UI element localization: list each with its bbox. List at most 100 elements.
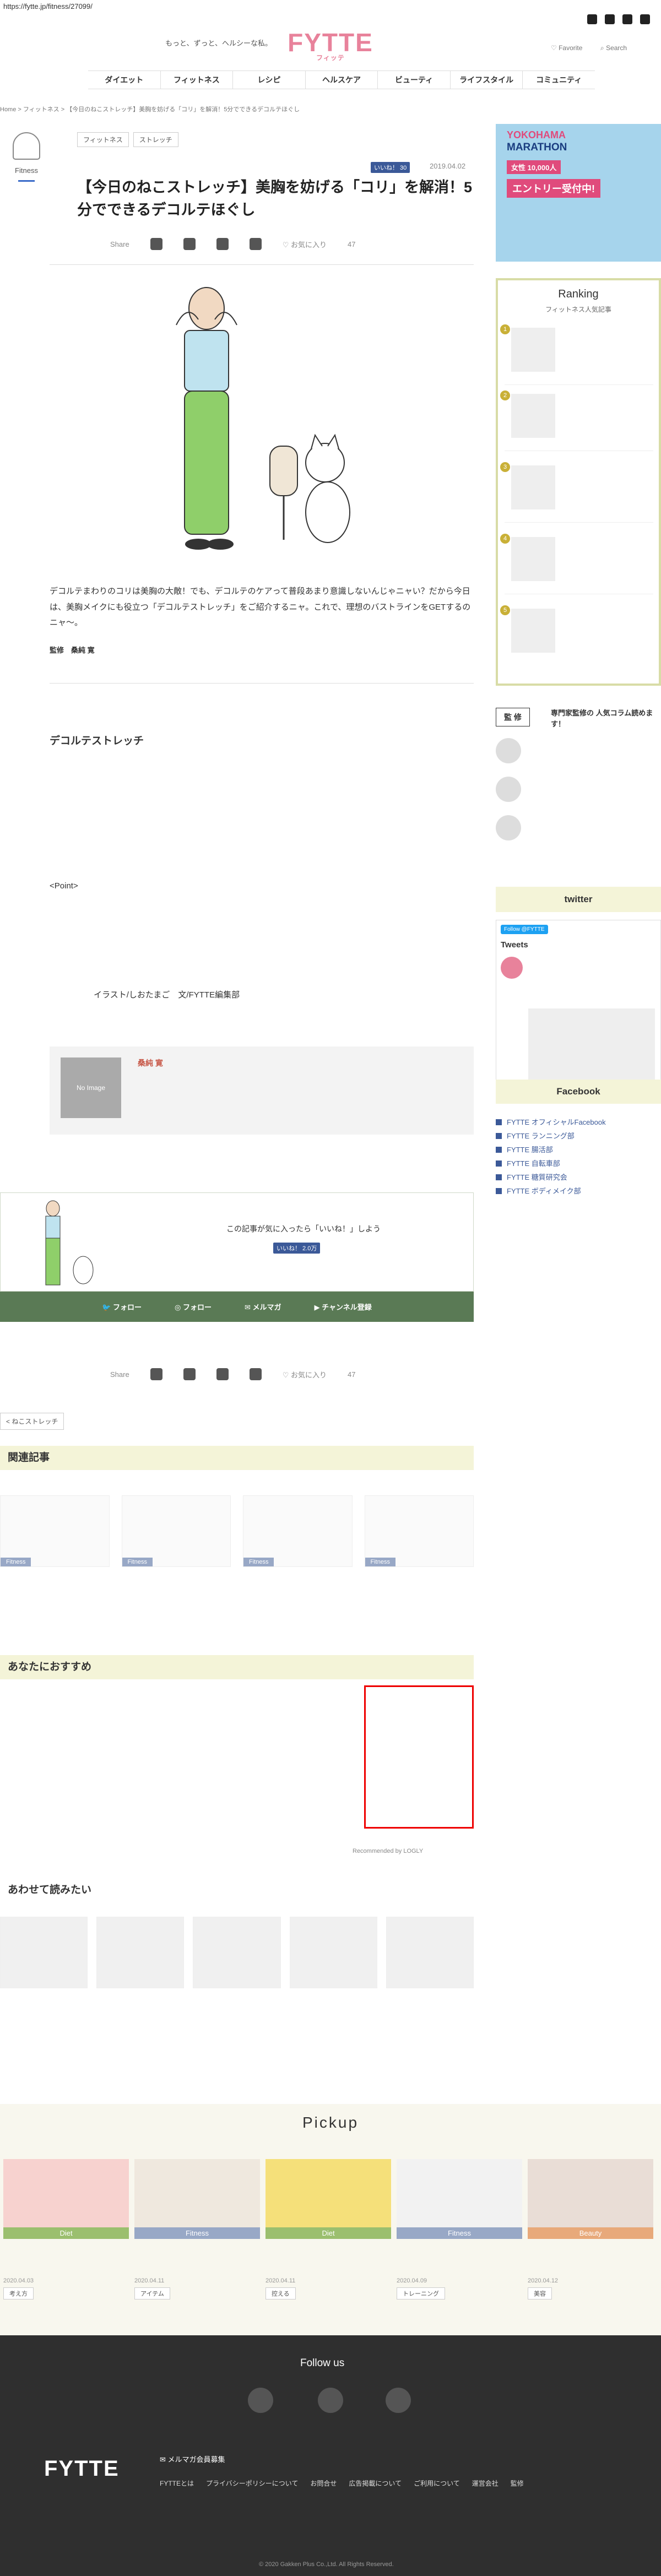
facebook-link[interactable]: FYTTE ボディメイク部 (496, 1184, 661, 1198)
nav-item[interactable]: ビューティ (378, 71, 451, 89)
mailmag-link[interactable]: ✉ メルマガ (245, 1301, 281, 1312)
pickup-card[interactable]: Beauty 2020.04.12 美容 (528, 2159, 653, 2300)
profile-name[interactable]: 桑純 寛 (138, 1057, 163, 1069)
pickup-card[interactable]: Fitness 2020.04.11 アイテム (134, 2159, 260, 2300)
instagram-follow[interactable]: ◎ フォロー (175, 1301, 212, 1312)
pickup-card[interactable]: Diet 2020.04.11 控える (266, 2159, 391, 2300)
pickup-tag[interactable]: 考え方 (3, 2287, 34, 2300)
avatar (496, 815, 521, 840)
nav-item[interactable]: フィットネス (161, 71, 234, 89)
nav-item[interactable]: レシピ (233, 71, 306, 89)
footer-link[interactable]: 広告掲載について (349, 2479, 402, 2488)
alsoread-card[interactable] (96, 1917, 185, 1992)
hatena-share-icon[interactable] (216, 1368, 229, 1380)
logly-credit[interactable]: Recommended by LOGLY (353, 1848, 423, 1854)
facebook-link[interactable]: FYTTE オフィシャルFacebook (496, 1115, 661, 1129)
footer-link[interactable]: FYTTEとは (160, 2479, 194, 2488)
pickup-card[interactable]: Fitness 2020.04.09 トレーニング (397, 2159, 522, 2300)
favorite-link[interactable]: ♡ Favorite (551, 44, 582, 52)
breadcrumb[interactable]: Home > フィットネス > 【今日のねこストレッチ】美胸を妨げる「コリ」を解… (0, 105, 300, 113)
ranking-item[interactable]: 5 (500, 605, 653, 666)
facebook-icon[interactable] (386, 2388, 411, 2413)
alsoread-card[interactable] (193, 1917, 281, 1992)
nav-item[interactable]: ダイエット (88, 71, 161, 89)
site-footer: Follow us FYTTE ✉ メルマガ会員募集 FYTTEとは プライバシ… (0, 2335, 661, 2576)
supervisor-item[interactable] (496, 815, 661, 847)
youtube-icon[interactable] (640, 14, 650, 24)
twitter-follow-button[interactable]: Follow @FYTTE (501, 925, 548, 934)
twitter-share-icon[interactable] (150, 1368, 162, 1380)
instagram-icon[interactable] (587, 14, 597, 24)
twitter-share-icon[interactable] (150, 238, 162, 250)
youtube-subscribe[interactable]: ▶ チャンネル登録 (315, 1301, 372, 1312)
ranking-item[interactable]: 4 (500, 534, 653, 594)
site-logo[interactable]: FYTTE フィッテ (286, 28, 375, 62)
pickup-card[interactable]: Diet 2020.04.03 考え方 (3, 2159, 129, 2300)
alsoread-card[interactable] (0, 1917, 88, 1992)
favorite-button[interactable]: ♡ お気に入り (283, 1369, 327, 1380)
pickup-tag[interactable]: 控える (266, 2287, 296, 2300)
recommend-heading: あなたにおすすめ (0, 1655, 474, 1679)
facebook-share-icon[interactable] (183, 238, 196, 250)
supervisor-item[interactable] (496, 738, 661, 770)
main-nav: ダイエット フィットネス レシピ ヘルスケア ビューティ ライフスタイル コミュ… (88, 70, 595, 89)
facebook-link[interactable]: FYTTE 腸活部 (496, 1143, 661, 1157)
marathon-ad-banner[interactable]: YOKOHAMA MARATHON 女性 10,000人 エントリー受付中! (496, 124, 661, 262)
follow-us-label: Follow us (300, 2357, 345, 2369)
facebook-link[interactable]: FYTTE 自転車部 (496, 1157, 661, 1170)
facebook-link[interactable]: FYTTE 糖質研究会 (496, 1170, 661, 1184)
ranking-item[interactable]: 3 (500, 462, 653, 523)
like-button[interactable]: いいね！ 30 (371, 162, 410, 173)
search-link[interactable]: ⌕ Search (600, 44, 627, 52)
related-card[interactable]: Fitness (243, 1495, 353, 1570)
line-share-icon[interactable] (249, 1368, 262, 1380)
alsoread-list (0, 1917, 474, 1992)
nav-item[interactable]: ヘルスケア (306, 71, 378, 89)
category-badge: Fitness (4, 132, 48, 193)
footer-link[interactable]: ご利用について (414, 2479, 460, 2488)
alsoread-card[interactable] (289, 1917, 377, 1992)
back-to-category-button[interactable]: < ねこストレッチ (0, 1413, 64, 1430)
supervisor-item[interactable] (496, 777, 661, 809)
facebook-share-icon[interactable] (183, 1368, 196, 1380)
supervisor-credit[interactable]: 監修 桑純 寛 (50, 644, 95, 655)
line-share-icon[interactable] (249, 238, 262, 250)
alsoread-card[interactable] (386, 1917, 474, 1992)
pickup-tag[interactable]: アイテム (134, 2287, 170, 2300)
tag-link[interactable]: フィットネス (77, 132, 129, 147)
ranking-item[interactable]: 1 (500, 324, 653, 385)
facebook-link[interactable]: FYTTE ランニング部 (496, 1129, 661, 1143)
related-card[interactable]: Fitness (121, 1495, 231, 1570)
related-card[interactable]: Fitness (364, 1495, 474, 1570)
nav-item[interactable]: コミュニティ (523, 71, 595, 89)
pickup-tag[interactable]: 美容 (528, 2287, 552, 2300)
twitter-icon[interactable] (248, 2388, 273, 2413)
related-card[interactable]: Fitness (0, 1495, 110, 1570)
ranking-item[interactable]: 2 (500, 391, 653, 451)
social-icons (587, 14, 650, 24)
twitter-icon[interactable] (622, 14, 632, 24)
pickup-tag[interactable]: トレーニング (397, 2287, 445, 2300)
related-heading: 関連記事 (0, 1446, 474, 1470)
favorite-button[interactable]: ♡ お気に入り (283, 239, 327, 250)
facebook-icon[interactable] (605, 14, 615, 24)
instagram-icon[interactable] (318, 2388, 343, 2413)
tag-link[interactable]: ストレッチ (133, 132, 178, 147)
url-bar[interactable]: https://fytte.jp/fitness/27099/ (3, 2, 93, 10)
related-list: Fitness Fitness Fitness Fitness (0, 1495, 474, 1570)
like-button[interactable]: いいね！ 2.0万 (273, 1243, 321, 1254)
recommend-card[interactable] (121, 1685, 230, 1829)
twitter-timeline[interactable]: Follow @FYTTE Tweets (496, 920, 661, 1096)
footer-link[interactable]: お問合せ (310, 2479, 337, 2488)
footer-link[interactable]: 運営会社 (472, 2479, 499, 2488)
hatena-share-icon[interactable] (216, 238, 229, 250)
recommend-card[interactable] (243, 1685, 352, 1829)
twitter-follow[interactable]: 🐦 フォロー (102, 1301, 142, 1312)
nav-item[interactable]: ライフスタイル (451, 71, 523, 89)
recommend-card-highlighted[interactable] (364, 1685, 474, 1829)
footer-link[interactable]: 監修 (511, 2479, 524, 2488)
footer-link[interactable]: プライバシーポリシーについて (206, 2479, 298, 2488)
footer-logo[interactable]: FYTTE (44, 2456, 120, 2481)
recommend-card[interactable] (0, 1685, 109, 1829)
mailmag-link[interactable]: ✉ メルマガ会員募集 (160, 2454, 225, 2464)
